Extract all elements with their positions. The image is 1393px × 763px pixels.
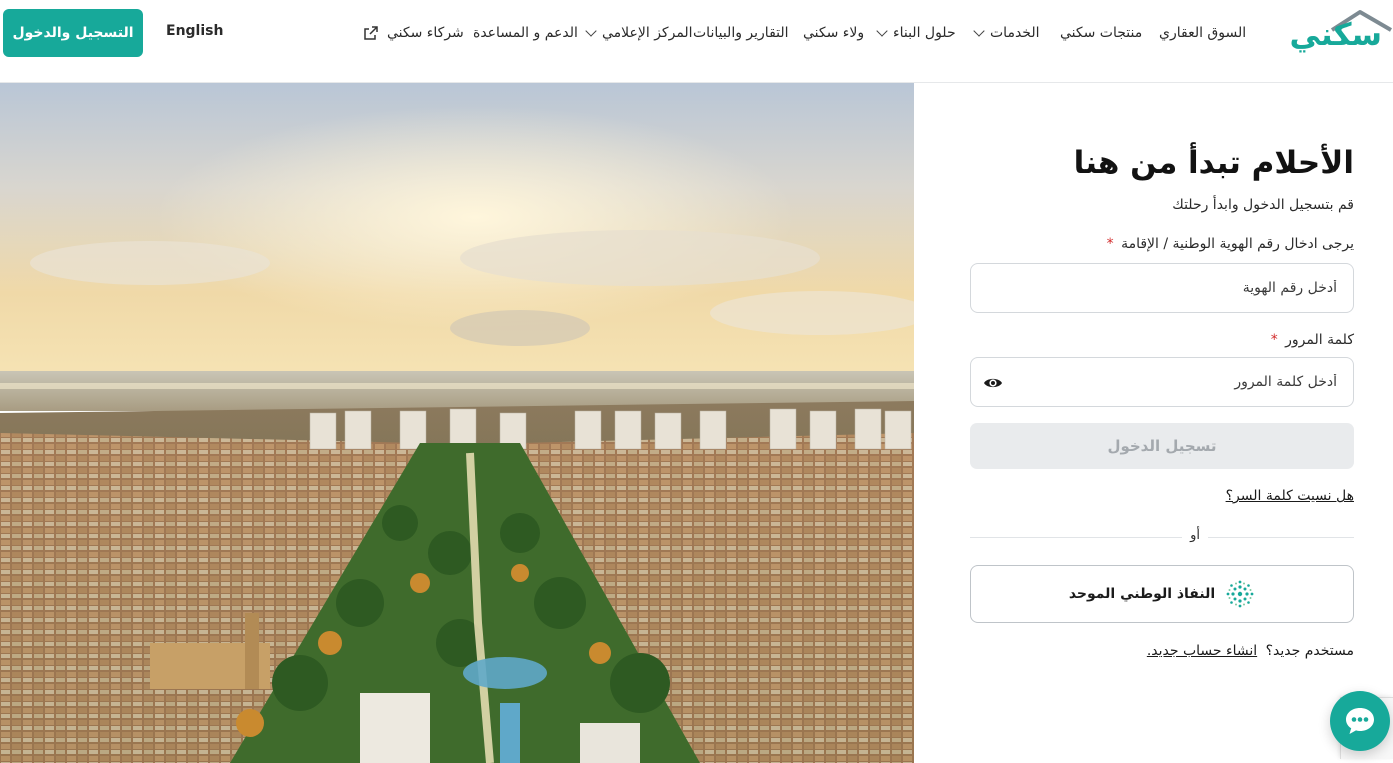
sakani-logo[interactable]: سكني <box>1274 8 1392 62</box>
nafath-label: النفاذ الوطني الموحد <box>1068 586 1216 602</box>
nav-label: حلول البناء <box>893 25 956 41</box>
create-account-link[interactable]: انشاء حساب جديد. <box>1147 643 1257 659</box>
page-title: الأحلام تبدأ من هنا <box>1073 145 1354 181</box>
password-field[interactable] <box>970 357 1354 407</box>
page-subtitle: قم بتسجيل الدخول وابدأ رحلتك <box>1172 197 1354 213</box>
login-submit-button[interactable]: تسجيل الدخول <box>970 423 1354 469</box>
new-user-text: مستخدم جديد؟ <box>1265 643 1354 659</box>
eye-icon[interactable] <box>983 373 1003 393</box>
nav-real-estate-market[interactable]: السوق العقاري <box>1159 22 1246 44</box>
top-navbar: سكني السوق العقاري منتجات سكني الخدمات ح… <box>0 0 1393 83</box>
login-panel: الأحلام تبدأ من هنا قم بتسجيل الدخول واب… <box>914 83 1393 763</box>
register-login-button[interactable]: التسجيل والدخول <box>3 9 143 57</box>
password-label: كلمة المرور * <box>1271 332 1354 348</box>
hero-image <box>0 83 914 763</box>
nav-label: منتجات سكني <box>1060 25 1143 41</box>
nav-sakani-products[interactable]: منتجات سكني <box>1060 22 1142 44</box>
required-asterisk: * <box>1270 332 1278 348</box>
nav-label: ولاء سكني <box>803 25 865 41</box>
nav-sakani-loyalty[interactable]: ولاء سكني <box>803 22 864 44</box>
logo-text: سكني <box>1289 17 1383 53</box>
nav-building-solutions[interactable]: حلول البناء <box>876 22 956 44</box>
chevron-down-icon <box>585 25 597 37</box>
new-user-prompt: مستخدم جديد؟ انشاء حساب جديد. <box>1147 643 1354 659</box>
required-asterisk: * <box>1106 236 1114 252</box>
chevron-down-icon <box>973 25 985 37</box>
nav-sakani-partners[interactable]: شركاء سكني <box>363 22 464 44</box>
nav-label: المركز الإعلامي <box>602 25 693 41</box>
nav-label: الدعم و المساعدة <box>473 25 578 41</box>
aerial-city-illustration <box>0 83 914 763</box>
nav-support-help[interactable]: الدعم و المساعدة <box>473 22 578 44</box>
nav-label: شركاء سكني <box>387 25 464 41</box>
nav-label: الخدمات <box>990 25 1040 41</box>
language-toggle[interactable]: English <box>166 23 223 39</box>
national-id-label-text: يرجى ادخال رقم الهوية الوطنية / الإقامة <box>1121 236 1354 252</box>
password-input[interactable] <box>971 358 1353 406</box>
nav-media-center[interactable]: المركز الإعلامي <box>585 22 693 44</box>
external-link-icon <box>364 26 378 40</box>
national-id-field[interactable] <box>970 263 1354 313</box>
national-id-input[interactable] <box>971 264 1353 312</box>
or-separator: أو <box>1182 528 1208 543</box>
nav-reports-data[interactable]: التقارير والبيانات <box>693 22 789 44</box>
nav-label: السوق العقاري <box>1159 25 1247 41</box>
forgot-password-link[interactable]: هل نسيت كلمة السر؟ <box>1226 488 1354 504</box>
nafath-login-button[interactable]: النفاذ الوطني الموحد <box>970 565 1354 623</box>
nafath-logo-icon <box>1226 580 1254 608</box>
divider <box>970 537 1354 538</box>
nav-services[interactable]: الخدمات <box>973 22 1040 44</box>
chat-icon <box>1346 708 1374 734</box>
national-id-label: يرجى ادخال رقم الهوية الوطنية / الإقامة … <box>1107 236 1354 252</box>
password-label-text: كلمة المرور <box>1285 332 1354 348</box>
chevron-down-icon <box>876 25 888 37</box>
chat-button[interactable] <box>1330 691 1390 751</box>
nav-label: التقارير والبيانات <box>693 25 789 41</box>
